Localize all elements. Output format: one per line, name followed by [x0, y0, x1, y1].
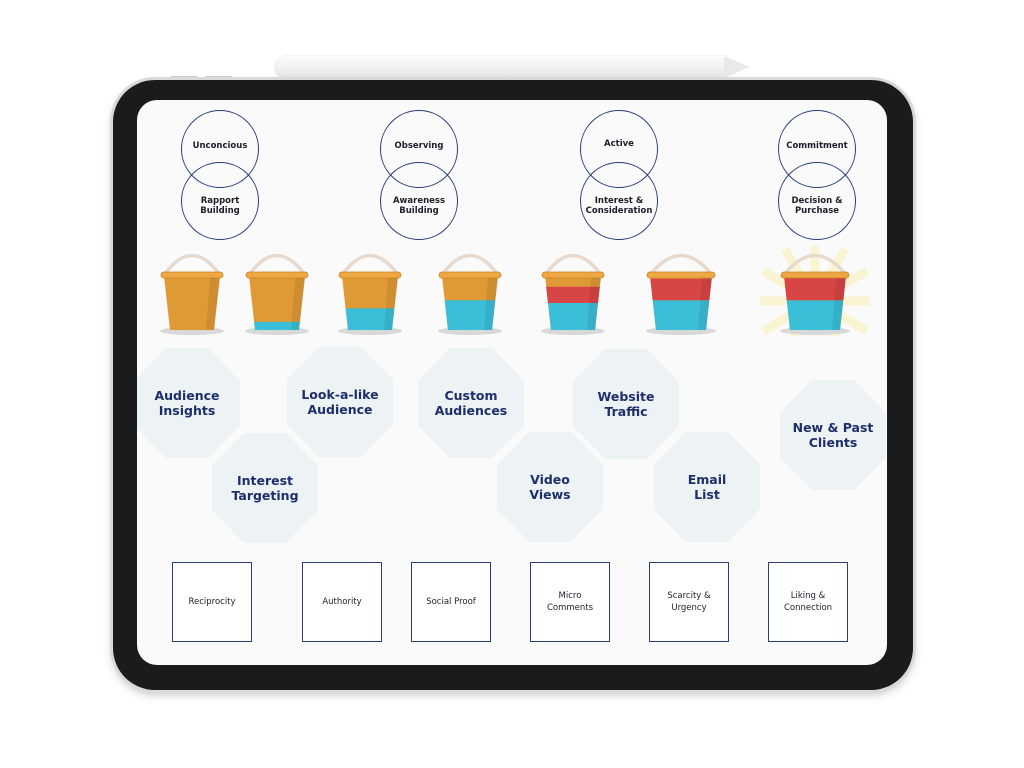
- apple-pencil-tip: [724, 56, 750, 78]
- principle-label: Social Proof: [426, 597, 476, 607]
- bucket-rim: [780, 271, 850, 279]
- stage-label-bottom: Awareness Building: [392, 196, 446, 216]
- bucket-icon: [438, 253, 502, 335]
- audience-octagon: Video Views: [497, 432, 603, 542]
- audience-octagon: New & Past Clients: [780, 380, 886, 490]
- stage-label-top: Commitment: [786, 141, 848, 151]
- audience-label: New & Past Clients: [792, 420, 874, 450]
- stage-label-top: Unconcious: [192, 141, 248, 151]
- audience-octagon: Look-a-like Audience: [287, 347, 393, 457]
- bucket-rim: [438, 271, 502, 279]
- principle-label: Liking & Connection: [783, 591, 833, 613]
- principle-label: Micro Comments: [546, 591, 594, 613]
- audience-octagon: Audience Insights: [137, 348, 240, 458]
- bucket: [755, 241, 875, 361]
- bucket: [318, 246, 422, 336]
- stage-label-bottom: Rapport Building: [200, 196, 240, 216]
- principle-box: Liking & Connection: [768, 562, 848, 642]
- audience-label: Audience Insights: [154, 388, 220, 418]
- screen: Unconcious Rapport Building Observing Aware…: [137, 100, 887, 665]
- bucket-rim: [245, 271, 309, 279]
- bucket: [521, 246, 625, 336]
- stage-label-top: Active: [604, 139, 634, 149]
- bucket: [626, 246, 736, 336]
- stage-label-top: Observing: [394, 141, 444, 151]
- audience-label: Custom Audiences: [434, 388, 508, 418]
- audience-octagon: Email List: [654, 432, 760, 542]
- audience-label: Website Traffic: [597, 389, 655, 419]
- audience-label: Interest Targeting: [231, 473, 299, 503]
- bucket-rim: [541, 271, 605, 279]
- audience-octagon: Custom Audiences: [418, 348, 524, 458]
- audience-octagon: Website Traffic: [573, 349, 679, 459]
- bucket-rim: [160, 271, 224, 279]
- principle-label: Authority: [322, 597, 362, 607]
- audience-label: Look-a-like Audience: [301, 387, 379, 417]
- principle-box: Scarcity & Urgency: [649, 562, 729, 642]
- bucket-rim: [646, 271, 716, 279]
- bucket: [225, 246, 329, 336]
- bucket-rim: [338, 271, 402, 279]
- principle-box: Micro Comments: [530, 562, 610, 642]
- audience-label: Video Views: [529, 472, 571, 502]
- bucket-icon: [541, 253, 605, 335]
- principle-box: Social Proof: [411, 562, 491, 642]
- bucket-icon: [755, 241, 875, 361]
- bucket-icon: [338, 253, 402, 335]
- principle-box: Authority: [302, 562, 382, 642]
- stage-label-bottom: Interest & Consideration: [585, 196, 653, 216]
- apple-pencil: [276, 56, 726, 78]
- audience-label: Email List: [687, 472, 727, 502]
- bucket-icon: [245, 253, 309, 335]
- bucket-icon: [646, 253, 716, 335]
- principle-label: Scarcity & Urgency: [667, 591, 711, 613]
- principle-label: Reciprocity: [188, 597, 236, 607]
- principle-box: Reciprocity: [172, 562, 252, 642]
- audience-octagon: Interest Targeting: [212, 433, 318, 543]
- bucket: [418, 246, 522, 336]
- stage-label-bottom: Decision & Purchase: [791, 196, 843, 216]
